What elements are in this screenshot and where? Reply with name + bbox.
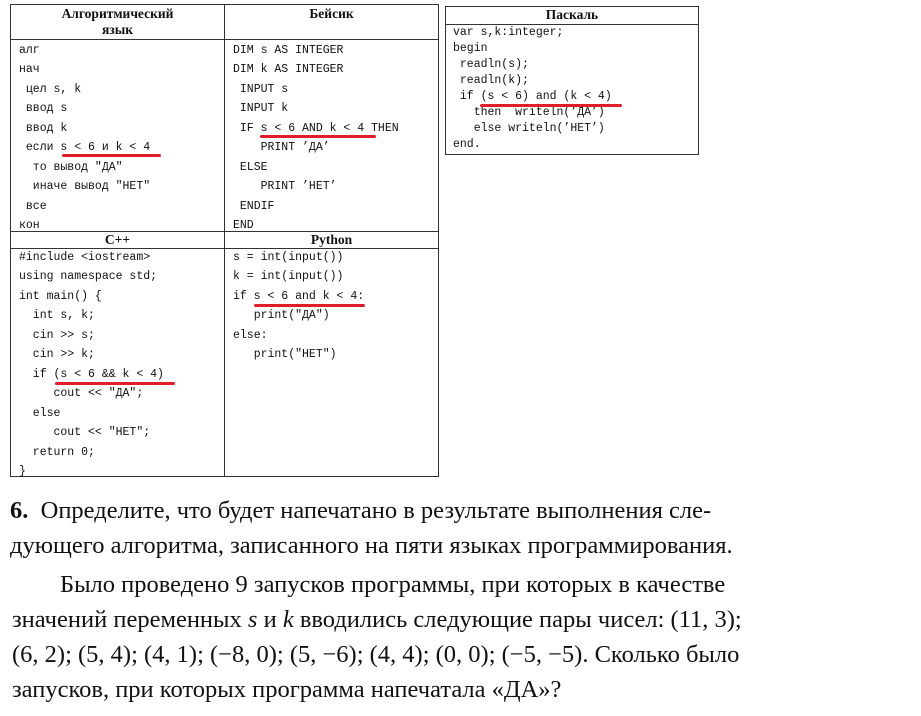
code-line: else writeln(’НЕТ’): [453, 122, 605, 135]
code-line: #include <iostream>: [19, 251, 151, 264]
code-line: readln(k);: [453, 74, 529, 87]
code-line: PRINT ’НЕТ’: [233, 180, 337, 193]
code-line: иначе вывод "НЕТ": [19, 180, 151, 193]
header-algo: Алгоритмический язык: [11, 5, 224, 40]
condition-highlight-python: [254, 304, 365, 307]
header-algo-line1: Алгоритмический: [61, 6, 174, 21]
code-line: int s, k;: [19, 309, 95, 322]
code-line: cout << "НЕТ";: [19, 426, 151, 439]
code-line: if (s < 6 && k < 4): [19, 368, 164, 381]
code-line: cout << "ДА";: [19, 387, 144, 400]
header-algo-line2: язык: [101, 22, 134, 37]
code-line: INPUT k: [233, 102, 289, 115]
task-text: запусков, при которых программа напечата…: [12, 676, 562, 703]
task-text: значений переменных: [12, 606, 248, 633]
header-basic: Бейсик: [225, 5, 438, 40]
code-line: if s < 6 and k < 4:: [233, 290, 365, 303]
condition-highlight-pascal: [480, 104, 622, 107]
code-line: if (s < 6) and (k < 4): [453, 90, 612, 103]
code-line: }: [19, 465, 26, 478]
code-line: begin: [453, 42, 488, 55]
code-line: else: [19, 407, 61, 420]
code-line: print("НЕТ"): [233, 348, 337, 361]
code-line: using namespace std;: [19, 270, 158, 283]
header-basic-label: Бейсик: [309, 6, 354, 21]
header-cpp: C++: [11, 232, 224, 249]
header-python: Python: [225, 232, 438, 249]
code-line: print("ДА"): [233, 309, 330, 322]
task-line-1: 6. Определите, что будет напечатано в ре…: [10, 494, 711, 528]
code-table-pascal: Паскаль var s,k:integer; begin readln(s)…: [445, 6, 699, 155]
condition-highlight-basic: [260, 135, 376, 138]
header-pascal-label: Паскаль: [545, 7, 599, 22]
code-line: s = int(input()): [233, 251, 344, 264]
task-text: Определите, что будет напечатано в резул…: [40, 497, 712, 524]
code-line: ввод k: [19, 122, 68, 135]
task-line-4: значений переменных s и k вводились след…: [12, 603, 742, 637]
variable-k: k: [282, 606, 294, 633]
code-line: DIM k AS INTEGER: [233, 63, 344, 76]
code-line: else:: [233, 329, 268, 342]
task-text: дующего алгоритма, записанного на пяти я…: [10, 532, 733, 559]
code-line: k = int(input()): [233, 270, 344, 283]
code-line: end.: [453, 138, 481, 151]
code-line: алг: [19, 44, 40, 57]
code-line: DIM s AS INTEGER: [233, 44, 344, 57]
code-line: var s,k:integer;: [453, 26, 564, 39]
code-line: INPUT s: [233, 83, 289, 96]
task-line-5: (6, 2); (5, 4); (4, 1); (−8, 0); (5, −6)…: [12, 638, 739, 672]
condition-highlight-algo: [62, 154, 161, 157]
code-line: return 0;: [19, 446, 95, 459]
code-line: ENDIF: [233, 200, 275, 213]
task-line-2: дующего алгоритма, записанного на пяти я…: [10, 529, 733, 563]
task-line-6: запусков, при которых программа напечата…: [12, 673, 561, 707]
task-text: и: [257, 606, 283, 633]
header-pascal: Паскаль: [446, 7, 698, 25]
header-cpp-label: C++: [104, 232, 131, 247]
task-text: Было проведено 9 запусков программы, при…: [60, 571, 726, 598]
code-line: readln(s);: [453, 58, 529, 71]
code-line: IF s < 6 AND k < 4 THEN: [233, 122, 399, 135]
task-text: (6, 2); (5, 4); (4, 1); (−8, 0); (5, −6)…: [12, 641, 740, 668]
code-line: то вывод "ДА": [19, 161, 123, 174]
code-line: int main() {: [19, 290, 102, 303]
code-line: PRINT ’ДА’: [233, 141, 330, 154]
code-line: все: [19, 200, 47, 213]
code-line: цел s, k: [19, 83, 82, 96]
code-line: then writeln(’ДА’): [453, 106, 605, 119]
code-line: нач: [19, 63, 40, 76]
code-line: cin >> k;: [19, 348, 95, 361]
variable-s: s: [247, 606, 258, 633]
code-line: если s < 6 и k < 4: [19, 141, 151, 154]
condition-highlight-cpp: [55, 382, 175, 385]
code-line: cin >> s;: [19, 329, 95, 342]
task-number: 6.: [10, 497, 29, 524]
code-line: ввод s: [19, 102, 68, 115]
task-text: вводились следующие пары чисел: (11, 3);: [293, 606, 742, 633]
task-line-3: Было проведено 9 запусков программы, при…: [60, 568, 725, 602]
code-table-main: Алгоритмический язык Бейсик алг нач цел …: [10, 4, 439, 478]
code-line: ELSE: [233, 161, 268, 174]
header-python-label: Python: [310, 232, 353, 247]
